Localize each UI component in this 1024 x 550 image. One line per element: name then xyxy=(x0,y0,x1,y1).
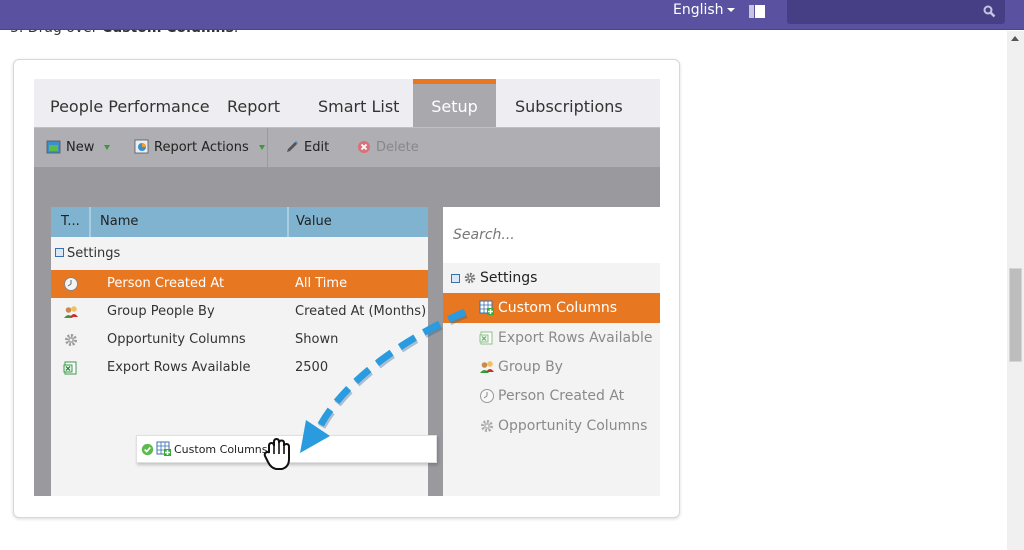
collapse-icon[interactable] xyxy=(451,273,460,283)
grid-row[interactable]: Group People By Created At (Months) xyxy=(51,298,428,326)
collapse-icon[interactable] xyxy=(55,248,64,257)
row-value: All Time xyxy=(295,276,348,291)
tree-item-label: Opportunity Columns xyxy=(498,418,648,434)
excel-icon xyxy=(63,361,77,375)
column-header-name[interactable]: Name xyxy=(100,214,138,229)
row-value: Created At (Months) xyxy=(295,304,427,319)
edit-label: Edit xyxy=(304,139,330,155)
grid-row[interactable]: Opportunity Columns Shown xyxy=(51,326,428,354)
tab-smart-list[interactable]: Smart List xyxy=(318,79,399,127)
dropdown-arrow-icon xyxy=(258,144,265,150)
tree-item-label: Custom Columns xyxy=(498,300,617,316)
tree-item-custom-columns[interactable]: Custom Columns xyxy=(443,293,660,323)
language-selector[interactable]: English xyxy=(673,2,735,18)
row-name: Group People By xyxy=(107,304,215,319)
grid-header: T... Name Value xyxy=(51,207,428,237)
embedded-screenshot: People Performance Report Smart List Set… xyxy=(34,79,660,496)
toolbar-divider xyxy=(267,128,268,168)
grab-hand-cursor-icon xyxy=(263,437,290,470)
people-icon xyxy=(480,361,494,373)
custom-columns-icon xyxy=(156,441,171,456)
new-button[interactable]: New xyxy=(46,139,111,155)
group-label: Settings xyxy=(67,246,121,261)
row-value: Shown xyxy=(295,332,339,347)
language-label: English xyxy=(673,2,724,18)
row-name: Opportunity Columns xyxy=(107,332,246,347)
tab-people-performance[interactable]: People Performance xyxy=(50,79,210,127)
new-label: New xyxy=(66,139,95,155)
tab-bar: People Performance Report Smart List Set… xyxy=(34,79,660,127)
caret-down-icon xyxy=(726,8,735,12)
gear-icon xyxy=(65,334,77,346)
delete-icon xyxy=(358,141,370,153)
search-icon[interactable] xyxy=(983,5,996,18)
tree-search-input[interactable]: Search... xyxy=(443,207,660,263)
report-actions-icon xyxy=(134,139,149,154)
tree-item-label: Person Created At xyxy=(498,388,625,404)
clock-icon xyxy=(64,277,78,291)
gear-icon xyxy=(464,272,476,284)
check-circle-icon xyxy=(141,443,154,455)
tree-root-settings[interactable]: Settings xyxy=(451,270,537,286)
delete-label: Delete xyxy=(376,139,419,155)
report-actions-label: Report Actions xyxy=(154,139,249,155)
toolbar: New Report Actions Edit Delete xyxy=(34,127,660,168)
gear-icon xyxy=(481,420,493,432)
search-placeholder: Search... xyxy=(453,227,515,243)
layout-toggle-icon[interactable] xyxy=(749,5,765,18)
scrollbar-thumb[interactable] xyxy=(1009,268,1022,362)
pencil-icon xyxy=(287,141,298,152)
row-value: 2500 xyxy=(295,360,329,375)
tab-subscriptions[interactable]: Subscriptions xyxy=(515,79,623,127)
page-scrollbar[interactable] xyxy=(1007,31,1024,550)
tree-item-label: Group By xyxy=(498,359,563,375)
site-search-input[interactable] xyxy=(787,0,1005,24)
tab-setup[interactable]: Setup xyxy=(413,79,496,127)
grid-group-settings[interactable]: Settings xyxy=(51,237,428,267)
edit-button[interactable]: Edit xyxy=(284,139,329,155)
row-name: Person Created At xyxy=(107,276,225,291)
tree-item-group-by[interactable]: Group By xyxy=(443,352,660,382)
tree-item-person-created-at[interactable]: Person Created At xyxy=(443,381,660,411)
column-header-type[interactable]: T... xyxy=(61,214,80,229)
grid-row[interactable]: Export Rows Available 2500 xyxy=(51,354,428,382)
grid-row[interactable]: Person Created At All Time xyxy=(51,270,428,298)
tree-item-opportunity-columns[interactable]: Opportunity Columns xyxy=(443,411,660,441)
scroll-up-arrow-icon[interactable] xyxy=(1011,36,1019,41)
tree-root-label: Settings xyxy=(480,270,538,286)
excel-icon xyxy=(479,331,493,345)
delete-button[interactable]: Delete xyxy=(356,139,419,155)
top-navigation-bar: English xyxy=(0,0,1024,30)
tab-report[interactable]: Report xyxy=(227,79,280,127)
new-report-icon xyxy=(46,140,61,154)
column-header-value[interactable]: Value xyxy=(296,214,332,229)
drag-ghost-label: Custom Columns xyxy=(174,442,268,456)
dropdown-arrow-icon xyxy=(104,144,111,150)
clock-icon xyxy=(480,389,494,403)
settings-tree-panel: Search... Settings Custom Columns Export… xyxy=(443,207,660,496)
tree-item-label: Export Rows Available xyxy=(498,330,653,346)
report-actions-button[interactable]: Report Actions xyxy=(134,139,265,155)
people-icon xyxy=(64,306,78,318)
row-name: Export Rows Available xyxy=(107,360,251,375)
tree-item-export-rows[interactable]: Export Rows Available xyxy=(443,323,660,353)
custom-columns-icon xyxy=(479,300,494,315)
